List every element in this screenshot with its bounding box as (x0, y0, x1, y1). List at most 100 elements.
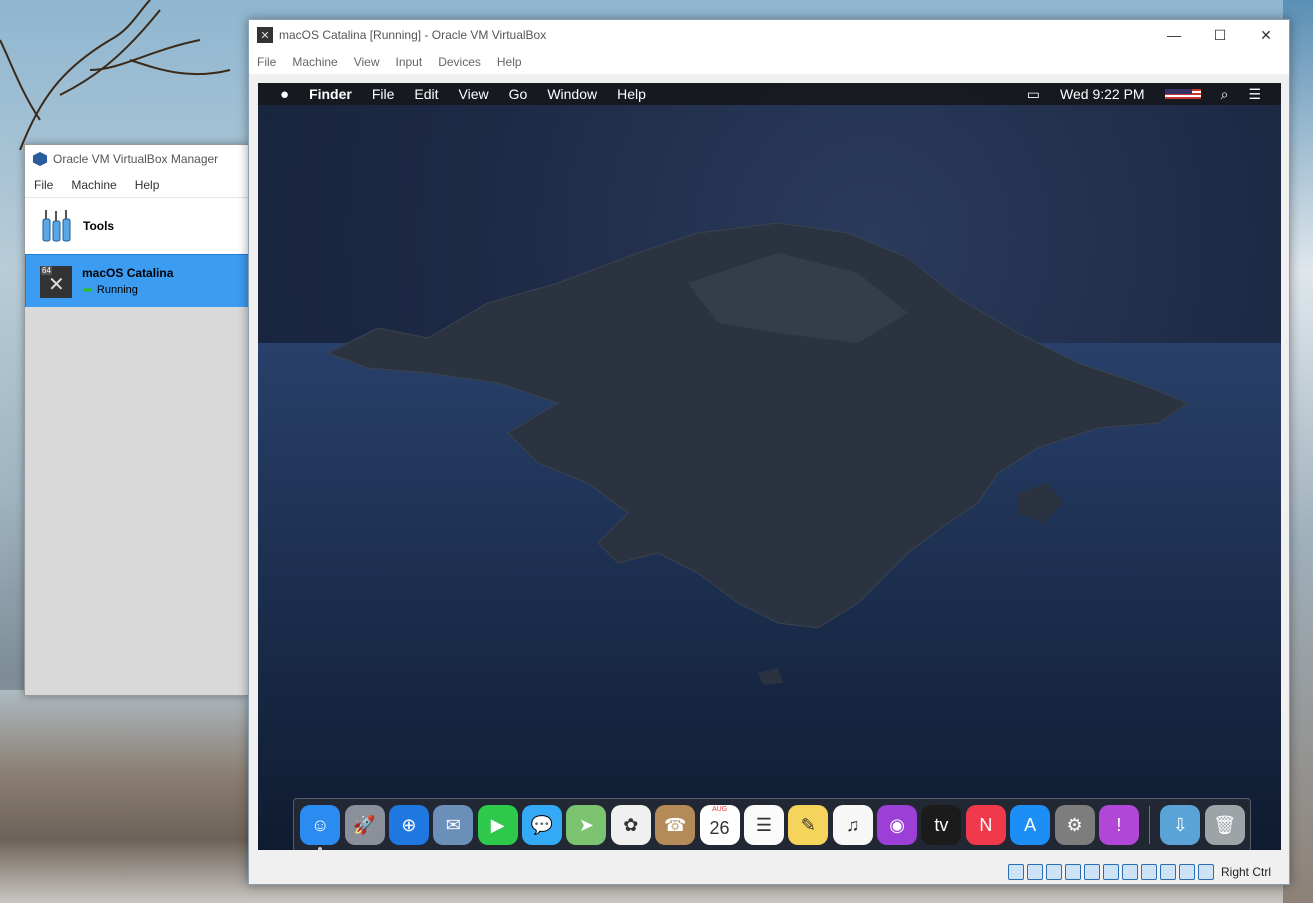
running-arrow-icon: ➡ (82, 282, 93, 297)
spotlight-search-icon[interactable]: ⌕ (1211, 86, 1239, 103)
vm-menu-devices[interactable]: Devices (430, 55, 489, 69)
dock-system-preferences-icon[interactable]: ⚙ (1054, 805, 1095, 845)
dock-finder-icon[interactable]: ☺ (300, 805, 341, 850)
vm-statusbar: Right Ctrl (249, 860, 1289, 884)
macos-x-icon: ✕ (257, 27, 273, 43)
dock-glyph: ☰ (755, 814, 772, 835)
vm-name: macOS Catalina (82, 266, 174, 280)
dock-separator (1149, 806, 1151, 844)
vm-menu-input[interactable]: Input (388, 55, 431, 69)
dock-glyph: ⚙ (1066, 814, 1083, 835)
keyboard-capture-icon[interactable] (1197, 864, 1214, 880)
mac-menu-help[interactable]: Help (607, 86, 656, 102)
tools-label: Tools (83, 219, 115, 233)
dock-launchpad-icon[interactable]: 🚀 (344, 805, 385, 845)
catalina-wallpaper (258, 222, 1281, 850)
virtualbox-logo-icon (33, 152, 47, 166)
dock-app-store-icon[interactable]: A (1010, 805, 1051, 845)
mac-menu-go[interactable]: Go (499, 86, 538, 102)
dock-facetime-icon[interactable]: ▶ (477, 805, 518, 845)
manager-menu-machine[interactable]: Machine (62, 178, 125, 192)
minimize-icon[interactable]: — (1151, 20, 1197, 50)
shared-folders-status-icon[interactable] (1102, 864, 1119, 880)
notification-center-icon[interactable]: ☰ (1238, 86, 1281, 103)
dock-trash-icon[interactable]: 🗑 (1204, 805, 1245, 845)
dock-glyph: 🗑 (1213, 814, 1237, 835)
dock-calendar-icon[interactable]: AUG 26 (699, 805, 740, 845)
manager-menu-help[interactable]: Help (126, 178, 169, 192)
menubar-clock[interactable]: Wed 9:22 PM (1050, 86, 1155, 102)
dock-glyph: tv (934, 814, 949, 835)
dock-glyph: 💬 (530, 814, 554, 835)
dock-feedback-assistant-icon[interactable]: ! (1098, 805, 1139, 845)
dock-photos-icon[interactable]: ✿ (610, 805, 651, 845)
wallpaper-tree (0, 0, 231, 150)
dock-notes-icon[interactable]: ✎ (788, 805, 829, 845)
mac-menu-edit[interactable]: Edit (404, 86, 448, 102)
dock-glyph: ⇩ (1172, 814, 1188, 835)
tools-icon (42, 210, 71, 242)
macos-menubar: ● Finder File Edit View Go Window Help ▭… (258, 83, 1281, 105)
display-icon[interactable]: ▭ (1017, 86, 1050, 103)
finder-app-menu[interactable]: Finder (299, 86, 362, 102)
usb-status-icon[interactable] (1083, 864, 1100, 880)
recording-status-icon[interactable] (1140, 864, 1157, 880)
dock-safari-icon[interactable]: ⊕ (388, 805, 429, 845)
macos-dock: ☺ 🚀 ⊕ ✉ ▶ 💬 ➤ ✿ ☎ AUG 26 ☰ ✎ ♫ ◉ tv N A ⚙! ⇩ 🗑 (293, 798, 1251, 850)
manager-menu-file[interactable]: File (25, 178, 62, 192)
dock-glyph: 26 (709, 817, 730, 838)
manager-details-pane (25, 307, 249, 695)
dock-glyph: ♫ (845, 814, 860, 835)
dock-glyph: ➤ (578, 814, 594, 835)
dock-downloads-icon[interactable]: ⇩ (1160, 805, 1201, 845)
us-flag-icon[interactable] (1155, 89, 1211, 99)
window-controls: — ☐ ✕ (1151, 20, 1289, 50)
mac-menu-file[interactable]: File (362, 86, 405, 102)
dock-glyph: ✿ (623, 814, 639, 835)
manager-title: Oracle VM VirtualBox Manager (53, 152, 219, 166)
vm-state-label: Running (96, 284, 138, 296)
dock-glyph: ✉ (445, 814, 461, 835)
vm-menu-help[interactable]: Help (489, 55, 530, 69)
dock-messages-icon[interactable]: 💬 (522, 805, 563, 845)
dock-reminders-icon[interactable]: ☰ (743, 805, 784, 845)
dock-glyph: ☎ (663, 814, 687, 835)
manager-menubar: File Machine Help (25, 173, 249, 197)
vm-titlebar[interactable]: ✕ macOS Catalina [Running] - Oracle VM V… (249, 20, 1289, 50)
dock-tv-icon[interactable]: tv (921, 805, 962, 845)
apple-menu-icon[interactable]: ● (258, 86, 299, 103)
maximize-icon[interactable]: ☐ (1197, 20, 1243, 50)
close-icon[interactable]: ✕ (1243, 20, 1289, 50)
dock-glyph: N (979, 814, 993, 835)
dock-mail-icon[interactable]: ✉ (433, 805, 474, 845)
display-status-icon[interactable] (1121, 864, 1138, 880)
dock-glyph: ⊕ (401, 814, 417, 835)
dock-podcasts-icon[interactable]: ◉ (877, 805, 918, 845)
dock-contacts-icon[interactable]: ☎ (655, 805, 696, 845)
guest-screen[interactable]: ● Finder File Edit View Go Window Help ▭… (258, 83, 1281, 850)
mac-menu-window[interactable]: Window (537, 86, 607, 102)
vm-menu-view[interactable]: View (346, 55, 388, 69)
manager-titlebar[interactable]: Oracle VM VirtualBox Manager (25, 145, 249, 173)
audio-status-icon[interactable] (1045, 864, 1062, 880)
dock-glyph: ! (1116, 814, 1122, 835)
vm-state: ➡ Running (82, 282, 173, 298)
vm-list-item-macos-catalina[interactable]: 64 ✕ macOS Catalina ➡ Running (25, 254, 249, 310)
vm-menu-file[interactable]: File (249, 55, 284, 69)
mouse-integration-icon[interactable] (1178, 864, 1195, 880)
hard-disk-status-icon[interactable] (1007, 864, 1024, 880)
dock-music-icon[interactable]: ♫ (832, 805, 873, 845)
dock-maps-icon[interactable]: ➤ (566, 805, 607, 845)
dock-news-icon[interactable]: N (965, 805, 1006, 845)
optical-drive-status-icon[interactable] (1026, 864, 1043, 880)
mac-menu-view[interactable]: View (449, 86, 499, 102)
dock-glyph: 🚀 (353, 814, 376, 835)
vm-menubar: File Machine View Input Devices Help (249, 50, 1289, 74)
cpu-status-icon[interactable] (1159, 864, 1176, 880)
tools-item[interactable]: Tools (25, 197, 249, 254)
x-glyph-icon: ✕ (48, 272, 65, 296)
virtualbox-manager-window: Oracle VM VirtualBox Manager File Machin… (24, 144, 249, 696)
calendar-month-label: AUG (711, 806, 728, 813)
network-status-icon[interactable] (1064, 864, 1081, 880)
vm-menu-machine[interactable]: Machine (284, 55, 345, 69)
